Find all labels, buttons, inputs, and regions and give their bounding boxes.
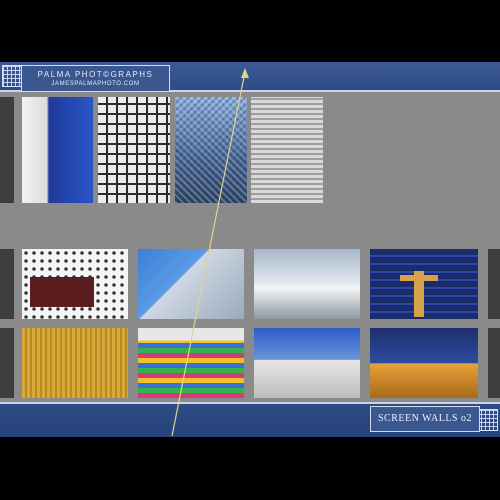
side-strip-left [0, 328, 14, 398]
slide-caption: SCREEN WALLS o2 [370, 406, 480, 432]
photo-thumbnail[interactable] [138, 328, 244, 398]
side-strip-left [0, 249, 14, 319]
caption-title: SCREEN WALLS o2 [378, 413, 472, 424]
photo-thumbnail[interactable] [370, 328, 478, 398]
photo-thumbnail[interactable] [98, 97, 170, 203]
photo-thumbnail[interactable] [22, 328, 128, 398]
presentation-view: PALMA PHOT©GRAPHS JAMESPALMAPHOTO.COM SC… [0, 0, 500, 500]
side-strip-right [488, 328, 500, 398]
brand-website: JAMESPALMAPHOTO.COM [51, 81, 140, 87]
side-strip-right [488, 249, 500, 319]
photo-thumbnail[interactable] [254, 328, 360, 398]
photo-thumbnail[interactable] [22, 249, 128, 319]
photo-thumbnail[interactable] [254, 249, 360, 319]
brand-logo: PALMA PHOT©GRAPHS JAMESPALMAPHOTO.COM [21, 65, 170, 92]
side-strip-left [0, 97, 14, 203]
photo-thumbnail[interactable] [370, 249, 478, 319]
photo-thumbnail[interactable] [251, 97, 323, 203]
slide: PALMA PHOT©GRAPHS JAMESPALMAPHOTO.COM SC… [0, 62, 500, 437]
brand-name: PALMA PHOT©GRAPHS [37, 70, 154, 79]
photo-thumbnail[interactable] [138, 249, 244, 319]
photo-thumbnail[interactable] [175, 97, 247, 203]
photo-thumbnail[interactable] [22, 97, 93, 203]
